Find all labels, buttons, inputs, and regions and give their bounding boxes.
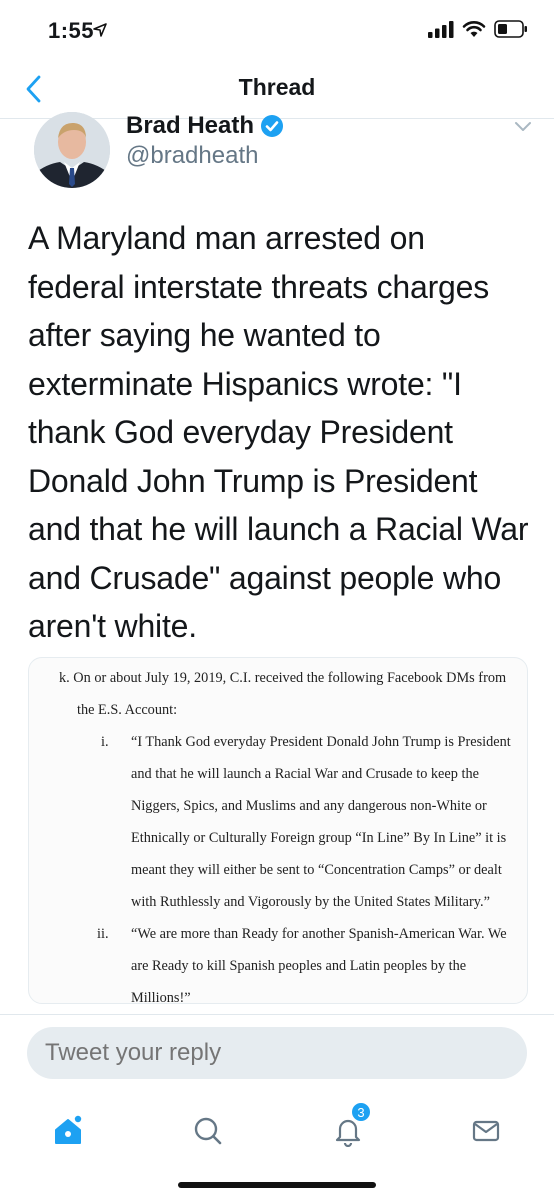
document-line: i.	[101, 734, 109, 750]
status-bar: 1:55	[0, 0, 554, 60]
attached-document-image[interactable]: k. On or about July 19, 2019, C.I. recei…	[28, 657, 528, 1004]
tab-messages[interactable]	[456, 1101, 516, 1161]
chevron-down-icon	[515, 122, 531, 131]
document-line: ii.	[97, 926, 109, 942]
status-icons	[428, 20, 528, 38]
search-icon	[194, 1117, 222, 1145]
wifi-icon	[462, 21, 486, 37]
document-line: “We are more than Ready for another Span…	[131, 926, 507, 942]
tweet-text-line: A Maryland man arrested on	[28, 220, 425, 256]
tab-bar: 3	[0, 1101, 554, 1161]
tab-search[interactable]	[178, 1101, 238, 1161]
document-line: with Ruthlessly and Vigorously by the Un…	[131, 894, 490, 910]
tweet-text-line: and that he will launch a Racial War	[28, 511, 529, 547]
status-time: 1:55	[48, 18, 95, 43]
tweet-text-line: aren't white.	[28, 608, 197, 644]
home-indicator[interactable]	[178, 1182, 376, 1188]
envelope-icon	[472, 1120, 500, 1142]
location-arrow-icon	[93, 23, 107, 37]
page-title: Thread	[238, 74, 316, 100]
document-line: Ethnically or Culturally Foreign group “…	[131, 830, 507, 846]
cellular-signal-icon	[428, 21, 454, 38]
author-name[interactable]: Brad Heath	[126, 112, 284, 140]
tweet-text-line: federal interstate threats charges	[28, 268, 490, 305]
document-line: “I Thank God everyday President Donald J…	[131, 734, 511, 750]
tweet-text-line: exterminate Hispanics wrote: "I	[28, 365, 462, 402]
notifications-badge: 3	[350, 1101, 372, 1123]
tweet-text: A Maryland man arrested on federal inter…	[28, 214, 538, 651]
tweet-header: Brad Heath @bradheath	[0, 100, 554, 190]
tweet-options-button[interactable]	[514, 120, 532, 138]
document-line: meant they will either be sent to “Conce…	[131, 862, 502, 878]
tweet-text-line: after saying he wanted to	[28, 317, 381, 353]
reply-area: 3	[0, 1014, 554, 1201]
tab-home[interactable]	[38, 1101, 98, 1161]
tweet-text-line: Donald John Trump is President	[28, 462, 478, 499]
document-line: Millions!”	[131, 990, 191, 1004]
avatar-image	[34, 112, 110, 188]
verified-badge-icon	[260, 114, 284, 138]
avatar[interactable]	[34, 112, 110, 188]
document-line: Niggers, Spics, and Muslims and any dang…	[131, 798, 487, 814]
author-handle[interactable]: @bradheath	[126, 142, 258, 170]
reply-input[interactable]	[27, 1027, 527, 1079]
tweet-text-line: and Crusade" against people who	[28, 559, 502, 596]
home-icon	[55, 1115, 82, 1144]
document-line: k. On or about July 19, 2019, C.I. recei…	[59, 670, 507, 686]
tweet-text-line: thank God everyday President	[28, 414, 453, 450]
document-line: the E.S. Account:	[77, 702, 178, 718]
author-name-text: Brad Heath	[126, 112, 255, 139]
tab-notifications[interactable]: 3	[318, 1101, 378, 1161]
document-line: and that he will launch a Racial War and…	[131, 766, 479, 782]
document-line: are Ready to kill Spanish peoples and La…	[131, 958, 467, 974]
battery-icon	[494, 20, 527, 38]
